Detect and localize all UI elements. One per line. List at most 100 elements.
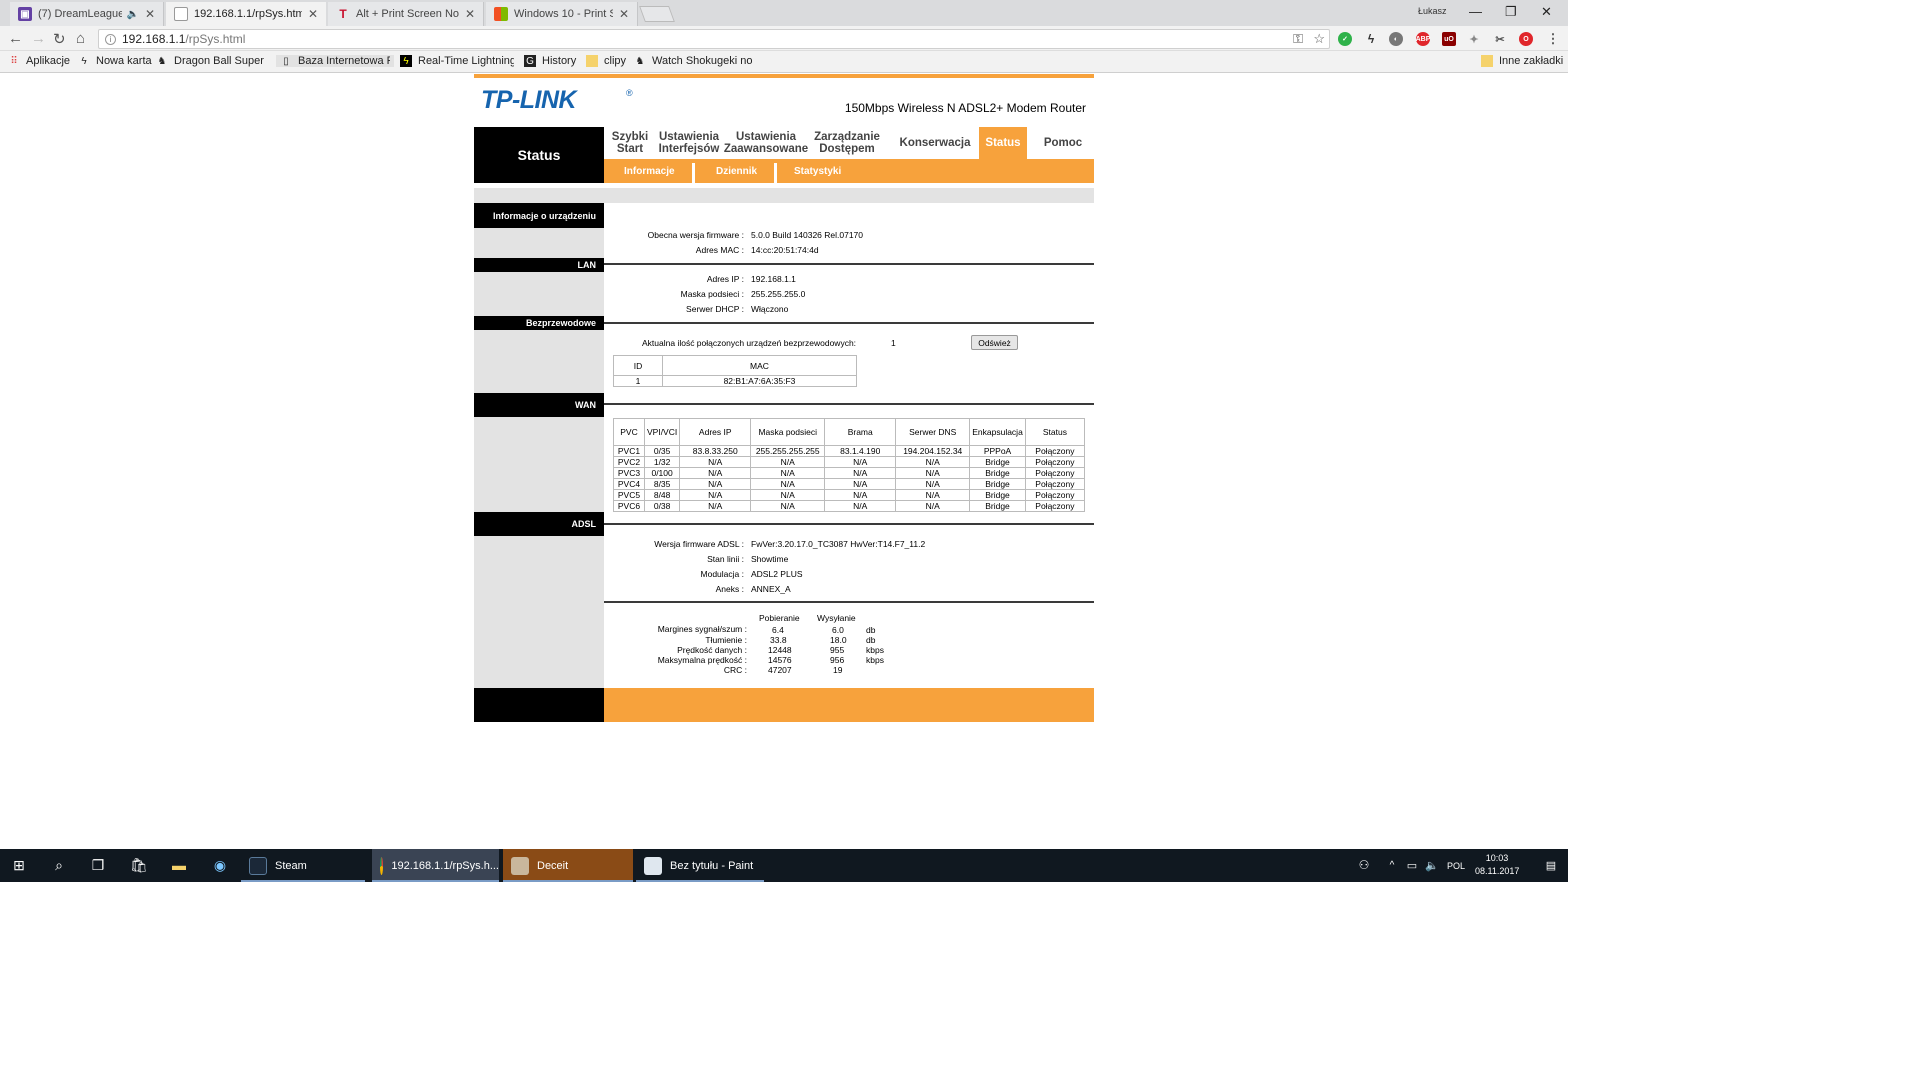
check-extension-icon[interactable]: ✓	[1338, 32, 1352, 46]
speaker-icon[interactable]: 🔈	[126, 9, 138, 20]
table-row: PVC5 8/48 N/A N/A N/A N/A Bridge Połączony	[613, 489, 1086, 501]
lightning-extension-icon[interactable]: ϟ	[1364, 32, 1378, 46]
section-divider	[604, 403, 1094, 405]
submenu-separator	[774, 163, 777, 183]
input-language[interactable]: POL	[1447, 849, 1465, 882]
reload-icon[interactable]: ↻	[53, 30, 66, 48]
deceit-icon	[511, 856, 529, 875]
dhcp-server-value: Włączono	[751, 304, 789, 314]
taskbar-app-deceit[interactable]: Deceit	[503, 849, 633, 882]
table-row: PVC2 1/32 N/A N/A N/A N/A Bridge Połączony	[613, 456, 1086, 468]
key-icon[interactable]: ⚿	[1293, 31, 1303, 47]
firmware-version-label: Obecna wersja firmware :	[647, 230, 744, 240]
info-icon[interactable]: i	[105, 33, 116, 45]
tab-dreamleague[interactable]: ▣ (7) DreamLeague - Tw 🔈 ✕	[10, 2, 164, 26]
store-icon[interactable]: 🛍	[130, 857, 148, 873]
main-menu: Szybki Start Ustawienia Interfejsów Ustawi…	[604, 127, 1094, 159]
menu-help[interactable]: Pomoc	[1032, 127, 1094, 159]
opera-extension-icon[interactable]: O	[1519, 32, 1533, 46]
taskbar-app-paint[interactable]: Bez tytułu - Paint	[636, 849, 764, 882]
menu-icon[interactable]: ⋮	[1546, 31, 1560, 46]
lan-ip-value: 192.168.1.1	[751, 274, 796, 284]
extension-icon[interactable]: ✂	[1493, 32, 1507, 46]
bookmark-baza-internetowa[interactable]: ▯Baza Internetowa Reg	[276, 55, 394, 67]
new-tab-button[interactable]	[639, 6, 675, 22]
refresh-button[interactable]: Odśwież	[971, 335, 1018, 350]
adblock-plus-icon[interactable]: ABP	[1416, 32, 1430, 46]
bookmark-lightning[interactable]: ϟ Real-Time Lightning	[400, 55, 514, 67]
browser-app-icon[interactable]: ◉	[212, 857, 228, 873]
file-explorer-icon[interactable]: ▬	[171, 857, 187, 873]
bookmark-history[interactable]: G History	[524, 55, 576, 67]
menu-quick-start[interactable]: Szybki Start	[606, 127, 654, 159]
network-icon[interactable]: ▭	[1404, 857, 1420, 873]
submenu-statistics[interactable]: Statystyki	[794, 159, 841, 183]
menu-interface-settings[interactable]: Ustawienia Interfejsów	[658, 127, 720, 159]
extension-icon[interactable]: ◐	[1389, 32, 1403, 46]
wireless-clients-table: ID MAC 1 82:B1:A7:6A:35:F3	[613, 355, 857, 387]
twitch-icon: ▣	[18, 7, 32, 21]
ublock-icon[interactable]: uO	[1442, 32, 1456, 46]
stat-label-attenuation: Tłumienie :	[705, 635, 747, 645]
taskbar-app-steam[interactable]: Steam	[241, 849, 365, 882]
table-row: PVC1 0/35 83.8.33.250 255.255.255.255 83.1.4…	[613, 445, 1086, 457]
bookmark-new-tab[interactable]: ϟ Nowa karta	[78, 55, 151, 67]
submenu-separator	[692, 163, 695, 183]
bookmark-apps[interactable]: ⠿ Aplikacje	[8, 55, 70, 67]
steam-icon	[249, 856, 267, 875]
home-icon[interactable]: ⌂	[76, 30, 85, 47]
extension-icon[interactable]: ✦	[1467, 32, 1481, 46]
bookmark-clipy[interactable]: clipy	[586, 55, 626, 67]
close-tab-icon[interactable]: ✕	[465, 7, 475, 21]
wireless-count-value: 1	[891, 338, 896, 348]
model-name: 150Mbps Wireless N ADSL2+ Modem Router	[844, 101, 1086, 115]
tab-router-status[interactable]: 192.168.1.1/rpSys.html ✕	[166, 2, 326, 26]
clock[interactable]: 10:03 08.11.2017	[1475, 852, 1519, 878]
forward-icon[interactable]: →	[31, 30, 46, 47]
tab-windows-print-screen[interactable]: Windows 10 - Print Scree ✕	[486, 2, 638, 26]
people-icon[interactable]: ⚇	[1356, 857, 1372, 873]
current-section-title: Status	[474, 127, 604, 183]
menu-advanced-settings[interactable]: Ustawienia Zaawansowane	[724, 127, 808, 159]
registered-mark-icon: ®	[626, 88, 633, 98]
show-hidden-icons-icon[interactable]: ^	[1384, 857, 1400, 873]
annex-label: Aneks :	[715, 584, 744, 594]
close-window-icon[interactable]: ✕	[1541, 4, 1552, 20]
other-bookmarks[interactable]: Inne zakładki	[1481, 55, 1563, 67]
search-icon[interactable]: ⌕	[51, 857, 67, 873]
submenu-log[interactable]: Dziennik	[716, 159, 757, 183]
submenu-information[interactable]: Informacje	[624, 159, 675, 183]
taskbar-app-chrome[interactable]: 192.168.1.1/rpSys.h...	[372, 849, 499, 882]
notifications-icon[interactable]: ▤	[1543, 857, 1559, 873]
menu-status[interactable]: Status	[979, 127, 1027, 159]
bookmark-shokugeki[interactable]: ♞ Watch Shokugeki no	[634, 55, 753, 67]
menu-maintenance[interactable]: Konserwacja	[894, 127, 976, 159]
task-view-icon[interactable]: ❐	[90, 857, 106, 873]
top-accent-bar	[474, 74, 1094, 78]
download-header: Pobieranie	[759, 613, 800, 623]
close-tab-icon[interactable]: ✕	[145, 7, 155, 21]
close-tab-icon[interactable]: ✕	[619, 7, 629, 21]
volume-icon[interactable]: 🔈	[1424, 857, 1440, 873]
restore-icon[interactable]: ❐	[1505, 4, 1517, 20]
profile-name[interactable]: Łukasz	[1418, 6, 1447, 16]
mac-address-label: Adres MAC :	[695, 245, 744, 255]
minimize-icon[interactable]: —	[1469, 4, 1482, 19]
tab-alt-print-screen[interactable]: T Alt + Print Screen Not W ✕	[328, 2, 484, 26]
lan-subnet-label: Maska podsieci :	[680, 289, 744, 299]
menu-access-management[interactable]: Zarządzanie Dostępem	[812, 127, 882, 159]
tp-link-logo: TP-LINK	[481, 86, 577, 114]
folder-icon	[1481, 55, 1493, 67]
bookmark-star-icon[interactable]: ☆	[1313, 31, 1325, 47]
stat-label-max-rate: Maksymalna prędkość :	[657, 655, 747, 665]
section-divider	[604, 322, 1094, 324]
close-tab-icon[interactable]: ✕	[308, 7, 318, 21]
back-icon[interactable]: ←	[8, 30, 23, 47]
wan-heading: WAN	[474, 393, 604, 417]
apps-grid-icon: ⠿	[10, 55, 18, 67]
table-row: PVC6 0/38 N/A N/A N/A N/A Bridge Połączony	[613, 500, 1086, 512]
windows-start-icon[interactable]: ⊞	[11, 857, 27, 873]
bookmark-dragon-ball[interactable]: ♞Dragon Ball Super Ep	[156, 55, 266, 67]
address-bar[interactable]: i 192.168.1.1/rpSys.html ⚿ ☆	[98, 29, 1330, 49]
page-footer	[474, 688, 1094, 722]
